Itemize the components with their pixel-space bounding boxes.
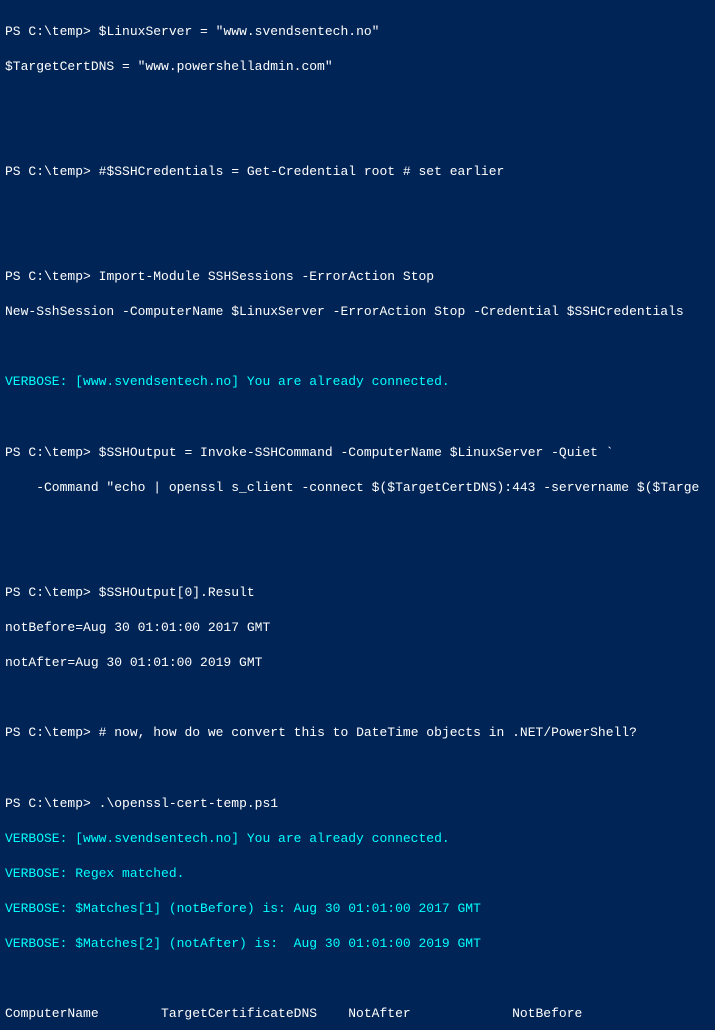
blank-line: [5, 93, 710, 111]
cmd-text: #$SSHCredentials = Get-Credential root #…: [99, 164, 505, 179]
verbose-line: VERBOSE: [www.svendsentech.no] You are a…: [5, 830, 710, 848]
cmd-text: $SSHOutput = Invoke-SSHCommand -Computer…: [99, 445, 614, 460]
prompt: PS C:\temp>: [5, 725, 91, 740]
blank-line: [5, 549, 710, 567]
blank-line: [5, 233, 710, 251]
prompt-line: PS C:\temp> # now, how do we convert thi…: [5, 724, 710, 742]
prompt-line: PS C:\temp> $SSHOutput[0].Result: [5, 584, 710, 602]
verbose-text: VERBOSE: Regex matched.: [5, 866, 184, 881]
blank-line: [5, 198, 710, 216]
prompt: PS C:\temp>: [5, 24, 91, 39]
verbose-line: VERBOSE: Regex matched.: [5, 865, 710, 883]
verbose-text: VERBOSE: $Matches[1] (notBefore) is: Aug…: [5, 901, 481, 916]
cmd-text: $TargetCertDNS = "www.powershelladmin.co…: [5, 59, 333, 74]
output-line: notBefore=Aug 30 01:01:00 2017 GMT: [5, 619, 710, 637]
verbose-text: VERBOSE: [www.svendsentech.no] You are a…: [5, 374, 450, 389]
cmd-line: $TargetCertDNS = "www.powershelladmin.co…: [5, 58, 710, 76]
cmd-text: Import-Module SSHSessions -ErrorAction S…: [99, 269, 434, 284]
prompt-line: PS C:\temp> Import-Module SSHSessions -E…: [5, 268, 710, 286]
prompt: PS C:\temp>: [5, 796, 91, 811]
header-text: ComputerName TargetCertificateDNS NotAft…: [5, 1006, 582, 1021]
cmd-text: -Command "echo | openssl s_client -conne…: [5, 480, 699, 495]
prompt: PS C:\temp>: [5, 269, 91, 284]
cmd-text: $LinuxServer = "www.svendsentech.no": [99, 24, 380, 39]
cmd-text: .\openssl-cert-temp.ps1: [99, 796, 278, 811]
cmd-text: # now, how do we convert this to DateTim…: [99, 725, 637, 740]
output-text: notAfter=Aug 30 01:01:00 2019 GMT: [5, 655, 262, 670]
blank-line: [5, 338, 710, 356]
prompt-line: PS C:\temp> $SSHOutput = Invoke-SSHComma…: [5, 444, 710, 462]
cmd-line: New-SshSession -ComputerName $LinuxServe…: [5, 303, 710, 321]
verbose-line: VERBOSE: [www.svendsentech.no] You are a…: [5, 373, 710, 391]
prompt-line: PS C:\temp> $LinuxServer = "www.svendsen…: [5, 23, 710, 41]
output-text: notBefore=Aug 30 01:01:00 2017 GMT: [5, 620, 270, 635]
cmd-text: New-SshSession -ComputerName $LinuxServe…: [5, 304, 684, 319]
output-line: notAfter=Aug 30 01:01:00 2019 GMT: [5, 654, 710, 672]
blank-line: [5, 970, 710, 988]
cmd-line: -Command "echo | openssl s_client -conne…: [5, 479, 710, 497]
blank-line: [5, 760, 710, 778]
prompt: PS C:\temp>: [5, 445, 91, 460]
blank-line: [5, 409, 710, 427]
verbose-text: VERBOSE: $Matches[2] (notAfter) is: Aug …: [5, 936, 481, 951]
blank-line: [5, 514, 710, 532]
blank-line: [5, 128, 710, 146]
prompt-line: PS C:\temp> .\openssl-cert-temp.ps1: [5, 795, 710, 813]
blank-line: [5, 689, 710, 707]
verbose-line: VERBOSE: $Matches[2] (notAfter) is: Aug …: [5, 935, 710, 953]
prompt: PS C:\temp>: [5, 164, 91, 179]
verbose-line: VERBOSE: $Matches[1] (notBefore) is: Aug…: [5, 900, 710, 918]
prompt: PS C:\temp>: [5, 585, 91, 600]
cmd-text: $SSHOutput[0].Result: [99, 585, 255, 600]
prompt-line: PS C:\temp> #$SSHCredentials = Get-Crede…: [5, 163, 710, 181]
verbose-text: VERBOSE: [www.svendsentech.no] You are a…: [5, 831, 450, 846]
table-header: ComputerName TargetCertificateDNS NotAft…: [5, 1005, 710, 1023]
